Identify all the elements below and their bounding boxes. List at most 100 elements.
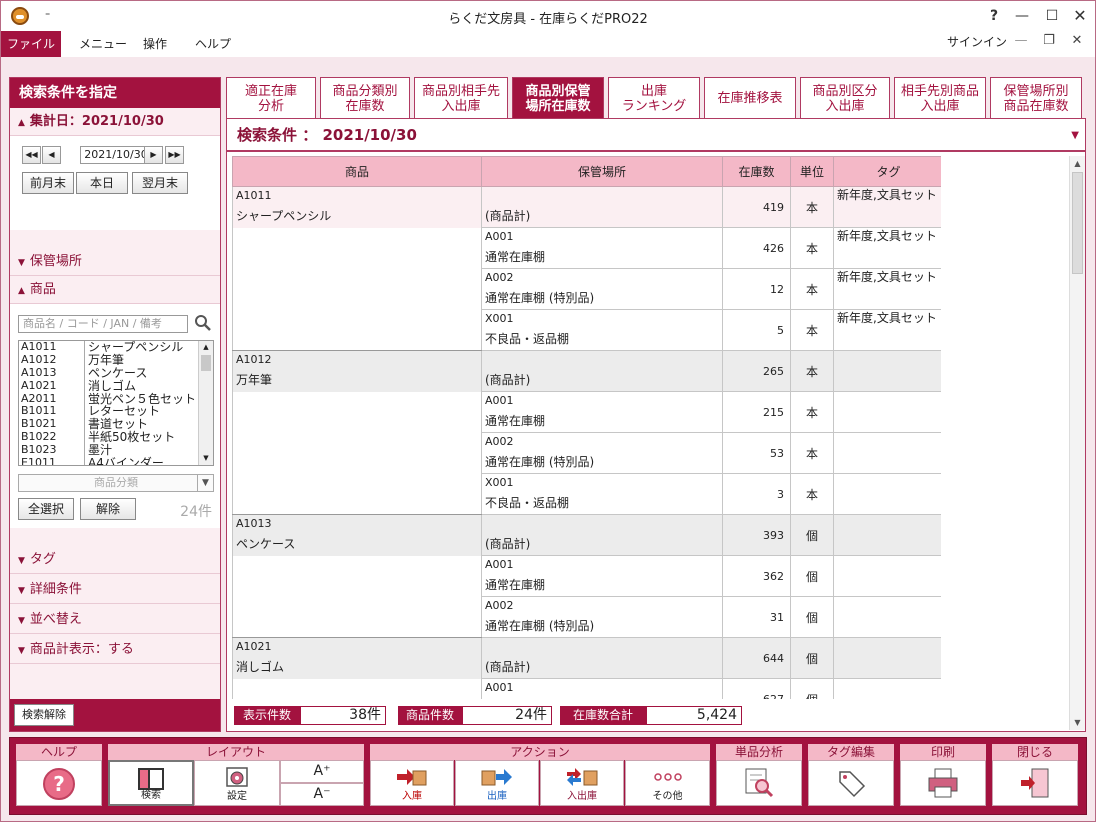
last-icon[interactable]: ▶▶: [165, 146, 184, 164]
tab-category-stock[interactable]: 商品分類別 在庫数: [320, 77, 410, 119]
location-cell: A002 通常在庫棚 (特別品): [481, 596, 723, 638]
tab-partner-inout[interactable]: 商品別相手先 入出庫: [414, 77, 508, 119]
title-bar: ₌ らくだ文房具 - 在庫らくだPRO22 ? — ☐ ✕: [1, 1, 1095, 31]
product-search-input[interactable]: 商品名 / コード / JAN / 備考: [18, 315, 188, 333]
scroll-thumb[interactable]: [1072, 172, 1083, 274]
scroll-up-icon[interactable]: ▲: [1070, 156, 1085, 171]
font-up-button[interactable]: A⁺: [280, 760, 364, 783]
tab-partner-product[interactable]: 相手先別商品 入出庫: [894, 77, 986, 119]
tag-section[interactable]: ▼ タグ: [10, 546, 220, 574]
chevron-down-icon[interactable]: ▼: [1071, 119, 1079, 152]
product-code: A1011: [236, 189, 272, 202]
tab-location-product[interactable]: 保管場所別 商品在庫数: [990, 77, 1082, 119]
sort-section[interactable]: ▼ 並べ替え: [10, 606, 220, 634]
unit: 本: [790, 227, 834, 269]
stock-inout-button[interactable]: 入出庫: [540, 760, 624, 806]
group-analysis: 単品分析: [716, 744, 802, 760]
today-button[interactable]: 本日: [76, 172, 128, 194]
location-name: (商品計): [485, 660, 531, 674]
item-analysis-button[interactable]: [716, 760, 802, 806]
help-icon[interactable]: ?: [981, 5, 1007, 27]
search-layout-button[interactable]: 検索: [108, 760, 194, 806]
location-cell: (商品計): [481, 514, 723, 556]
detail-section[interactable]: ▼ 詳細条件: [10, 576, 220, 604]
tag: [833, 432, 941, 474]
tag: 新年度,文具セット: [833, 186, 941, 228]
unit: 個: [790, 555, 834, 597]
doc-close-icon[interactable]: ✕: [1067, 33, 1087, 48]
date-section[interactable]: ▲ 集計日：2021/10/30: [10, 108, 220, 136]
tag: [833, 678, 941, 699]
font-down-button[interactable]: A⁻: [280, 783, 364, 806]
next-month-end-button[interactable]: 翌月末: [132, 172, 188, 194]
stock-in-button[interactable]: 入庫: [370, 760, 454, 806]
doc-restore-icon[interactable]: ❐: [1039, 33, 1059, 48]
product-list[interactable]: A1011 シャープペンシル A1012 万年筆 A1013 ペンケース A1021 消しゴム…: [18, 340, 214, 466]
unit: 個: [790, 596, 834, 638]
close-button[interactable]: [992, 760, 1078, 806]
product-total-row[interactable]: A1012 万年筆 (商品計) 265 本: [232, 350, 941, 515]
prev-month-end-button[interactable]: 前月末: [22, 172, 74, 194]
stock-out-button[interactable]: 出庫: [455, 760, 539, 806]
first-icon[interactable]: ◀◀: [22, 146, 41, 164]
tab-ranking[interactable]: 出庫 ランキング: [608, 77, 700, 119]
product-total-row[interactable]: A1021 消しゴム (商品計) 644 個: [232, 637, 941, 699]
table-scrollbar[interactable]: ▲ ▼: [1069, 156, 1085, 730]
stock-qty: 627: [722, 678, 791, 699]
product-cell: A1021 消しゴム: [232, 637, 482, 699]
col-qty[interactable]: 在庫数: [722, 156, 791, 187]
tag-edit-button[interactable]: [808, 760, 894, 806]
help-circle-icon: ?: [43, 768, 75, 800]
help-button[interactable]: ?: [16, 760, 102, 806]
product-list-item[interactable]: A1013 ペンケース: [19, 366, 213, 380]
col-product[interactable]: 商品: [232, 156, 482, 187]
location-cell: X001 不良品・返品棚: [481, 309, 723, 351]
unit: 本: [790, 473, 834, 515]
unit: 本: [790, 432, 834, 474]
location-section[interactable]: ▼ 保管場所: [10, 248, 220, 276]
tab-stock-trend[interactable]: 在庫推移表: [704, 77, 796, 119]
minimize-icon[interactable]: —: [1009, 5, 1035, 27]
settings-button[interactable]: 設定: [194, 760, 280, 806]
list-scrollbar[interactable]: ▲ ▼: [198, 341, 213, 465]
product-total-row[interactable]: A1013 ペンケース (商品計) 393 個: [232, 514, 941, 638]
date-input[interactable]: 2021/10/30: [80, 146, 152, 164]
location-cell: A002 通常在庫棚 (特別品): [481, 268, 723, 310]
deselect-button[interactable]: 解除: [80, 498, 136, 520]
col-location[interactable]: 保管場所: [481, 156, 723, 187]
tab-location-stock[interactable]: 商品別保管 場所在庫数: [512, 77, 604, 119]
product-cell: A1012 万年筆: [232, 350, 482, 515]
product-list-item[interactable]: A1012 万年筆: [19, 353, 213, 367]
clear-search-button[interactable]: 検索解除: [14, 704, 74, 726]
unit: 本: [790, 268, 834, 310]
doc-minimize-icon[interactable]: —: [1011, 33, 1031, 48]
total-stock-label: 在庫数合計: [560, 706, 646, 725]
menu-operation[interactable]: 操作: [129, 31, 181, 57]
print-button[interactable]: [900, 760, 986, 806]
close-icon[interactable]: ✕: [1067, 5, 1093, 27]
tab-division-inout[interactable]: 商品別区分 入出庫: [800, 77, 890, 119]
scroll-down-icon[interactable]: ▼: [1070, 715, 1085, 730]
product-list-item[interactable]: A1021 消しゴム: [19, 379, 213, 393]
search-icon[interactable]: [194, 314, 212, 332]
menu-file[interactable]: ファイル: [1, 31, 61, 57]
tab-proper-stock[interactable]: 適正在庫 分析: [226, 77, 316, 119]
product-section[interactable]: ▲ 商品: [10, 276, 220, 304]
col-unit[interactable]: 単位: [790, 156, 834, 187]
location-name: 通常在庫棚 (特別品): [485, 455, 595, 469]
product-total-row[interactable]: A1011 シャープペンシル (商品計) 419 本新年度,文具セット: [232, 186, 941, 351]
signin-link[interactable]: サインイン: [947, 33, 1007, 50]
category-select[interactable]: 商品分類 ▼: [18, 474, 214, 492]
maximize-icon[interactable]: ☐: [1039, 5, 1065, 27]
prev-icon[interactable]: ◀: [42, 146, 61, 164]
product-list-item[interactable]: E1011 A4バインダー: [19, 456, 213, 465]
total-display-section[interactable]: ▼ 商品計表示：する: [10, 636, 220, 664]
select-all-button[interactable]: 全選択: [18, 498, 74, 520]
unit: 個: [790, 637, 834, 679]
col-tag[interactable]: タグ: [833, 156, 941, 187]
product-cell: A1011 シャープペンシル: [232, 186, 482, 351]
other-button[interactable]: その他: [625, 760, 710, 806]
menu-help[interactable]: ヘルプ: [181, 31, 245, 57]
product-list-item[interactable]: A1011 シャープペンシル: [19, 341, 213, 354]
next-icon[interactable]: ▶: [144, 146, 163, 164]
